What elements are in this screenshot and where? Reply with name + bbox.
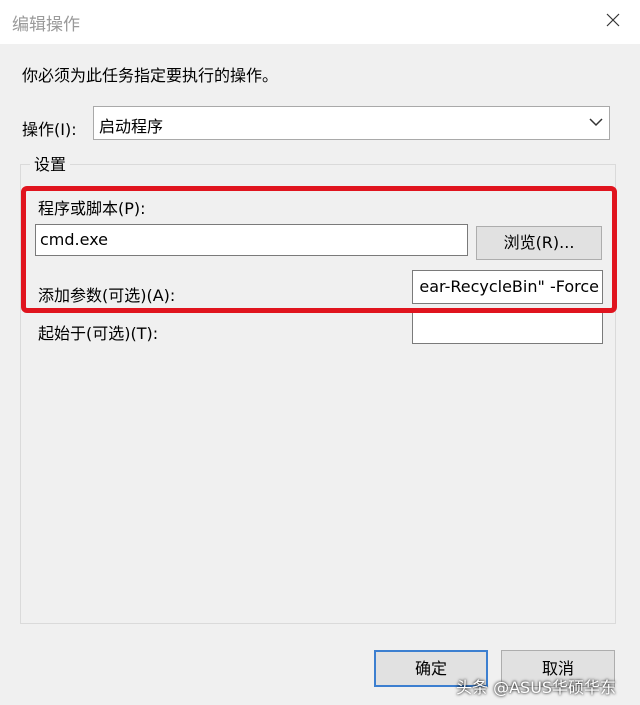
action-label: 操作(I): bbox=[22, 120, 77, 139]
close-button[interactable] bbox=[586, 0, 640, 44]
watermark: 头条 @ASUS华硕华东 bbox=[456, 678, 617, 697]
start-in-label: 起始于(可选)(T): bbox=[38, 324, 159, 343]
chevron-down-icon bbox=[589, 118, 603, 127]
settings-legend: 设置 bbox=[30, 151, 71, 175]
action-select-value: 启动程序 bbox=[99, 117, 164, 136]
title-bar: 编辑操作 bbox=[0, 0, 640, 44]
start-in-input[interactable] bbox=[412, 312, 603, 344]
action-select[interactable]: 启动程序 bbox=[93, 106, 610, 140]
instruction-text: 你必须为此任务指定要执行的操作。 bbox=[22, 66, 279, 85]
window-title: 编辑操作 bbox=[12, 15, 80, 35]
highlight-annotation bbox=[21, 186, 617, 313]
close-icon bbox=[606, 13, 620, 27]
